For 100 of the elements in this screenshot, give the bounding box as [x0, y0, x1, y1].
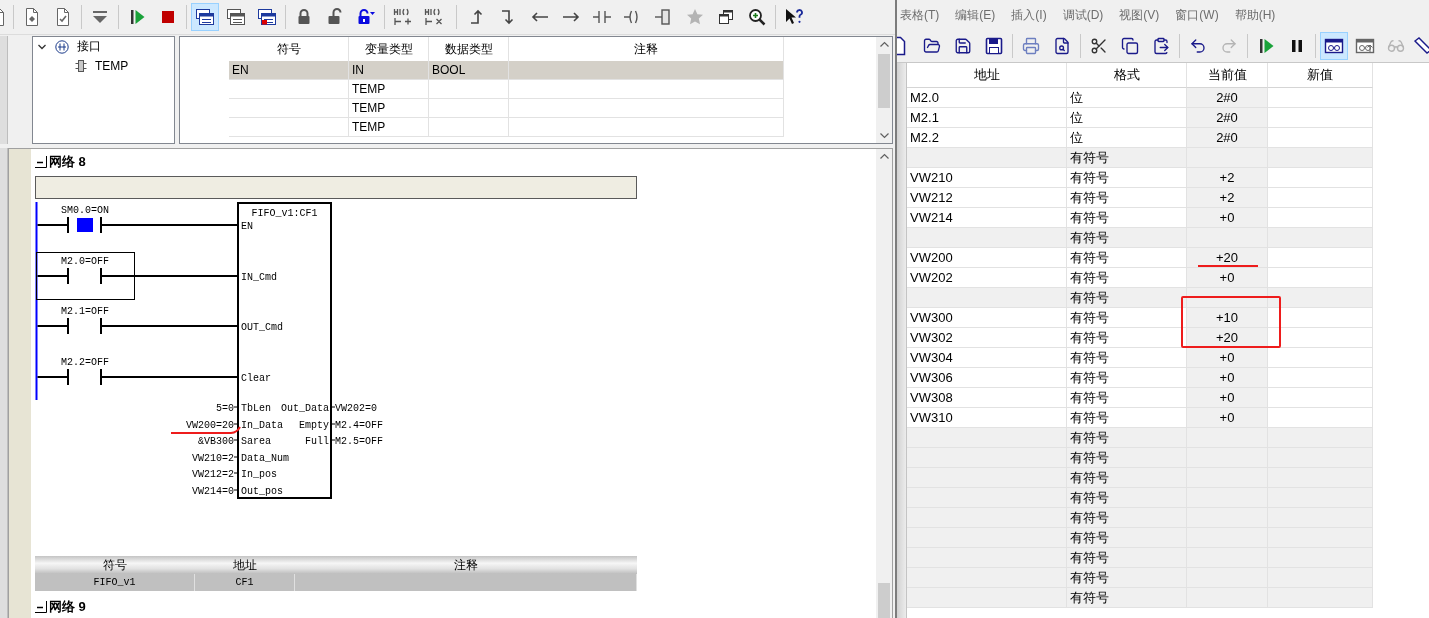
table-cell: 有符号 — [1067, 148, 1187, 168]
tree-item[interactable]: TEMP — [95, 58, 129, 73]
wire — [36, 325, 69, 327]
pin-line — [233, 472, 238, 474]
table-cell: +2 — [1187, 168, 1268, 188]
menu-item[interactable]: 调试(D) — [1062, 6, 1104, 24]
parameter-value: VW210=2 — [192, 453, 234, 464]
column-header[interactable]: 新值 — [1268, 63, 1373, 88]
menu-item[interactable]: 视图(V) — [1119, 6, 1160, 24]
table-cell: 有符号 — [1067, 448, 1187, 468]
menu-item[interactable]: 窗口(W) — [1175, 6, 1219, 24]
table-cell: 2#0 — [1187, 88, 1268, 108]
table-cell: VW310 — [907, 408, 1067, 428]
table-cell: VW202 — [907, 268, 1067, 288]
pin-label: In_Data — [241, 420, 283, 431]
save-icon — [954, 37, 972, 55]
table-cell: 有符号 — [1067, 408, 1187, 428]
toolbar-button[interactable] — [191, 3, 219, 31]
variable-icon — [75, 58, 87, 73]
pin-label: TbLen — [241, 403, 271, 414]
pin-line — [331, 423, 336, 425]
column-header: 符号 — [35, 556, 195, 574]
table-cell: +0 — [1187, 208, 1268, 228]
table-cell: 有符号 — [1067, 388, 1187, 408]
table-cell: 有符号 — [1067, 228, 1187, 248]
stacked-windows-icon — [257, 7, 277, 27]
table-cell: 2#0 — [1187, 128, 1268, 148]
table-cell: 有符号 — [1067, 528, 1187, 548]
collapse-icon[interactable] — [35, 156, 47, 168]
pin-line — [331, 406, 336, 408]
table-cell: 有符号 — [1067, 508, 1187, 528]
table-cell: 有符号 — [1067, 488, 1187, 508]
parameter-value: VW200=20 — [186, 420, 234, 431]
table-cell: IN — [349, 61, 429, 80]
scroll-up-icon[interactable] — [879, 153, 889, 159]
pin-label: Empty — [299, 420, 329, 431]
pin-line — [233, 423, 238, 425]
paste-icon — [1152, 37, 1170, 55]
table-cell: +20 — [1187, 248, 1268, 268]
table-cell: +20 — [1187, 328, 1268, 348]
cut-icon — [1090, 37, 1108, 55]
stacked-windows-icon — [195, 7, 215, 27]
table-cell: M2.1 — [907, 108, 1067, 128]
contact-label: SM0.0=ON — [61, 205, 109, 216]
scrollbar[interactable] — [876, 37, 892, 143]
table-cell: 有符号 — [1067, 308, 1187, 328]
copy-icon — [1121, 37, 1139, 55]
scroll-down-icon[interactable] — [879, 133, 889, 139]
table-cell: 有符号 — [1067, 568, 1187, 588]
collapse-icon[interactable] — [35, 601, 47, 613]
table-cell: +0 — [1187, 268, 1268, 288]
wire — [36, 275, 69, 277]
print-preview-icon — [1053, 37, 1071, 55]
scroll-up-icon[interactable] — [879, 41, 889, 47]
toolbar-button[interactable] — [1320, 32, 1348, 60]
interface-icon — [55, 39, 69, 54]
pin-line — [233, 439, 238, 441]
parameter-value: 5=0 — [216, 403, 234, 414]
table-cell: M2.2 — [907, 128, 1067, 148]
table-cell: 有符号 — [1067, 248, 1187, 268]
menu-item[interactable]: 编辑(E) — [955, 6, 996, 24]
pin-label: IN_Cmd — [241, 272, 277, 283]
table-cell: VW302 — [907, 328, 1067, 348]
table-cell: VW308 — [907, 388, 1067, 408]
scrollbar-thumb[interactable] — [878, 54, 890, 108]
pin-label: Clear — [241, 373, 271, 384]
table-cell: TEMP — [349, 118, 429, 137]
table-cell: 位 — [1067, 88, 1187, 108]
table-cell: FIFO_v1 — [35, 574, 195, 591]
pin-line — [233, 489, 238, 491]
table-cell: 有符号 — [1067, 328, 1187, 348]
table-cell: +0 — [1187, 408, 1268, 428]
table-cell: VW306 — [907, 368, 1067, 388]
pin-label: OUT_Cmd — [241, 322, 283, 333]
menu-item[interactable]: 表格(T) — [900, 6, 940, 24]
menu-item[interactable]: 帮助(H) — [1234, 6, 1276, 24]
pencil-icon[interactable] — [1413, 36, 1429, 56]
block-title: FIFO_v1:CF1 — [251, 208, 318, 219]
lock-dropdown-icon — [356, 7, 376, 27]
redo-icon — [1220, 37, 1238, 55]
tree-item[interactable]: 接口 — [77, 38, 101, 55]
column-header[interactable]: 地址 — [907, 63, 1067, 88]
table-cell: +10 — [1187, 308, 1268, 328]
parameter-value: &VB300 — [198, 436, 234, 447]
scrollbar-thumb[interactable] — [878, 583, 890, 618]
table-cell: 位 — [1067, 128, 1187, 148]
column-header[interactable]: 格式 — [1067, 63, 1187, 88]
column-header[interactable]: 当前值 — [1187, 63, 1268, 88]
network-title: 网络 9 — [49, 598, 86, 616]
table-cell: +0 — [1187, 368, 1268, 388]
table-cell: 有符号 — [1067, 588, 1187, 608]
table-cell: 有符号 — [1067, 468, 1187, 488]
parameter-value: VW202=0 — [335, 403, 377, 414]
windows-icon — [716, 7, 736, 27]
pin-label: EN — [241, 221, 253, 232]
menu-item[interactable]: 插入(I) — [1011, 6, 1047, 24]
network-comment-field[interactable] — [35, 176, 637, 199]
table-cell: EN — [229, 61, 349, 80]
pin-label: Full — [305, 436, 329, 447]
help-icon — [784, 7, 804, 27]
